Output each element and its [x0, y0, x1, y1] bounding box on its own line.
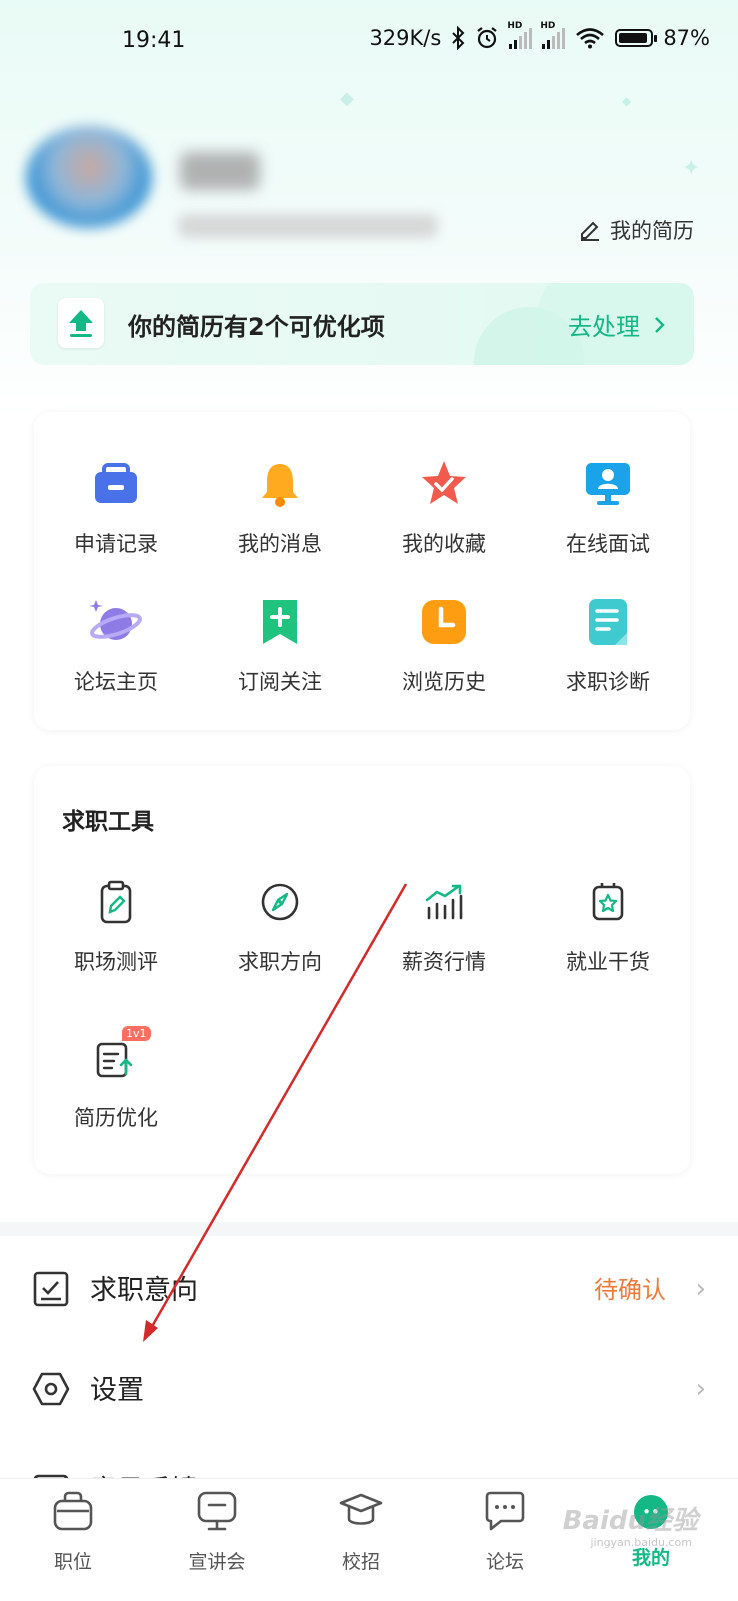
bookmark-plus-icon: [252, 594, 308, 650]
banner-action[interactable]: 去处理: [568, 307, 666, 342]
document-icon: [580, 594, 636, 650]
nav-label: 论坛: [485, 1551, 524, 1573]
clipboard-pen-icon: [88, 874, 144, 930]
nav-tab-forum[interactable]: 论坛: [450, 1489, 560, 1574]
intent-status: 待确认: [594, 1276, 666, 1304]
nav-label: 职位: [53, 1551, 92, 1573]
grid-item-label: 论坛主页: [74, 670, 158, 694]
status-bar: 19:41 329K/s HD HD 87%: [0, 21, 738, 62]
signal-label: HD: [507, 21, 523, 31]
grid-item-label: 我的消息: [238, 532, 322, 556]
my-resume-label: 我的简历: [610, 219, 694, 243]
nav-tab-campus-recruit[interactable]: 校招: [306, 1489, 416, 1574]
bell-icon: [252, 456, 308, 512]
chart-trend-icon: [416, 874, 472, 930]
clock-icon: [416, 594, 472, 650]
compass-icon: [252, 874, 308, 930]
network-speed: 329K/s: [369, 26, 442, 50]
status-icons: 329K/s HD HD 87%: [369, 21, 710, 50]
baidu-watermark: Baidu经验: [562, 1506, 698, 1536]
banner-action-label: 去处理: [568, 313, 640, 341]
grid-item-favorites[interactable]: 我的收藏: [362, 456, 526, 558]
chat-bubble-icon: [485, 1491, 525, 1531]
battery-level: 87%: [663, 26, 710, 50]
gift-star-icon: [580, 874, 636, 930]
upload-arrow-icon: [58, 298, 104, 348]
baidu-watermark-url: jingyan.baidu.com: [590, 1536, 692, 1549]
grid-item-label: 求职诊断: [566, 670, 650, 694]
menu-row-job-intent[interactable]: 求职意向 待确认 ›: [0, 1248, 738, 1328]
sparkle-decoration: ◆: [622, 94, 632, 108]
resume-upload-icon: 1v1: [88, 1026, 151, 1086]
grid-item-apply-records[interactable]: 申请记录: [34, 456, 198, 558]
cellular-signal-icon: HD: [507, 21, 533, 49]
wifi-icon: [576, 28, 605, 49]
chevron-right-icon: ›: [695, 1374, 706, 1404]
chevron-right-icon: [655, 316, 665, 333]
user-name-blurred: [180, 152, 260, 190]
bluetooth-icon: [452, 26, 465, 50]
tool-item-career-direction[interactable]: 求职方向: [198, 874, 362, 976]
tool-item-label: 简历优化: [74, 1106, 158, 1130]
avatar[interactable]: [26, 126, 152, 228]
graduation-cap-icon: [339, 1493, 383, 1525]
status-time: 19:41: [122, 28, 186, 53]
grid-item-label: 浏览历史: [402, 670, 486, 694]
grid-item-messages[interactable]: 我的消息: [198, 456, 362, 558]
nav-label: 宣讲会: [188, 1551, 246, 1573]
tools-title: 求职工具: [62, 809, 154, 835]
grid-item-label: 在线面试: [566, 532, 650, 556]
tool-item-workplace-assessment[interactable]: 职场测评: [34, 874, 198, 976]
sparkle-decoration: ✦: [682, 156, 701, 181]
grid-item-forum-home[interactable]: 论坛主页: [34, 594, 198, 696]
star-icon: [416, 456, 472, 512]
grid-item-subscriptions[interactable]: 订阅关注: [198, 594, 362, 696]
screen-icon: [197, 1491, 237, 1531]
job-tools-card: 求职工具 职场测评 求职方向 薪资行情 就业干货 1v1 简历优化: [34, 766, 690, 1174]
tool-item-resume-optimize[interactable]: 1v1 简历优化: [34, 1026, 198, 1132]
battery-icon: [615, 29, 658, 47]
settings-hexagon-icon: [32, 1372, 70, 1406]
resume-optimize-banner[interactable]: 你的简历有2个可优化项 去处理: [30, 283, 694, 365]
edit-pencil-icon: [581, 221, 599, 241]
grid-item-browse-history[interactable]: 浏览历史: [362, 594, 526, 696]
nav-label: 校招: [341, 1551, 380, 1573]
nav-tab-info-sessions[interactable]: 宣讲会: [162, 1489, 272, 1574]
briefcase-icon: [88, 456, 144, 512]
nav-tab-jobs[interactable]: 职位: [18, 1489, 128, 1574]
checklist-icon: [33, 1271, 69, 1307]
cellular-signal-icon: HD: [540, 21, 566, 49]
bag-icon: [53, 1491, 93, 1531]
tool-item-label: 就业干货: [566, 950, 650, 974]
grid-item-label: 申请记录: [74, 532, 158, 556]
section-divider: [0, 1222, 738, 1236]
banner-title: 你的简历有2个可优化项: [128, 313, 385, 341]
tool-item-label: 求职方向: [238, 950, 322, 974]
tool-item-employment-tips[interactable]: 就业干货: [526, 874, 690, 976]
tool-item-salary-trends[interactable]: 薪资行情: [362, 874, 526, 976]
tool-item-label: 职场测评: [74, 950, 158, 974]
my-resume-link[interactable]: 我的简历: [578, 215, 694, 245]
grid-item-label: 订阅关注: [238, 670, 322, 694]
tool-item-label: 薪资行情: [402, 950, 486, 974]
menu-row-label: 设置: [90, 1375, 144, 1406]
quick-access-card: 申请记录 我的消息 我的收藏 在线面试 论坛主页 订阅关注 浏览历史 求职诊断: [34, 412, 690, 730]
user-info-blurred: [178, 214, 438, 238]
menu-row-label: 求职意向: [90, 1275, 198, 1306]
alarm-icon: [477, 27, 497, 49]
planet-icon: [88, 594, 144, 650]
chevron-right-icon: ›: [695, 1274, 706, 1304]
grid-item-job-diagnosis[interactable]: 求职诊断: [526, 594, 690, 696]
grid-item-label: 我的收藏: [402, 532, 486, 556]
one-on-one-badge: 1v1: [122, 1026, 151, 1041]
menu-row-settings[interactable]: 设置 ›: [0, 1348, 738, 1428]
monitor-person-icon: [580, 456, 636, 512]
signal-label: HD: [540, 21, 556, 31]
sparkle-decoration: ◆: [340, 88, 354, 109]
grid-item-online-interview[interactable]: 在线面试: [526, 456, 690, 558]
